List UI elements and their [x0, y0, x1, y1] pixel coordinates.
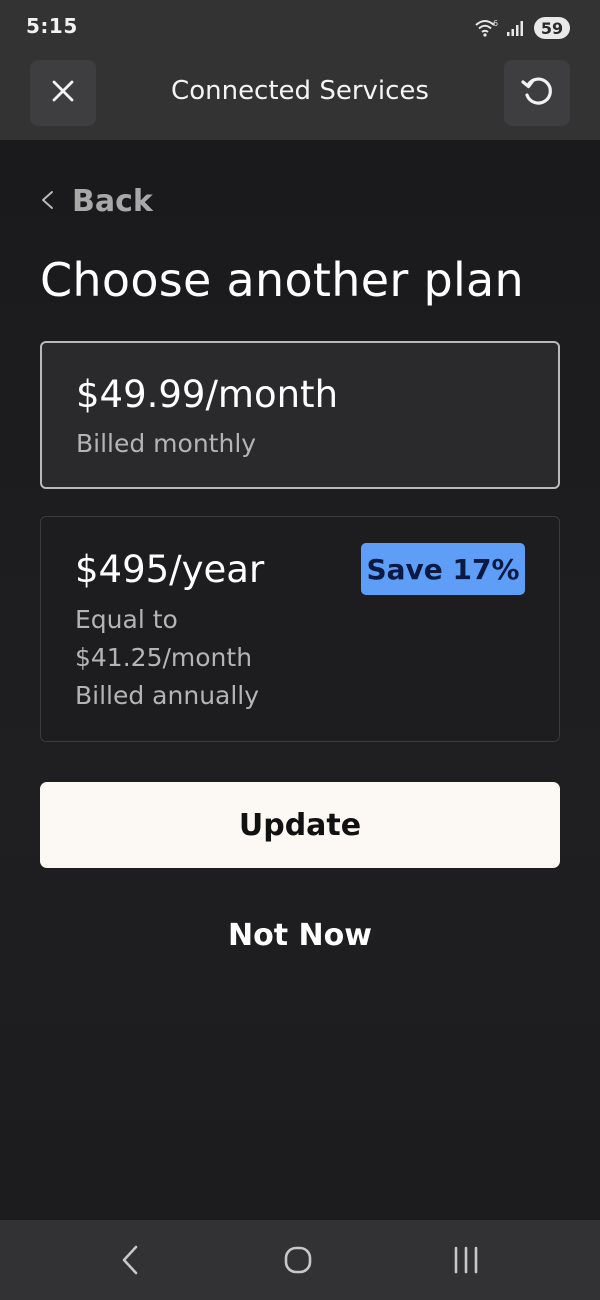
nav-recents-button[interactable]	[444, 1240, 488, 1284]
plan-detail: Billed monthly	[76, 425, 256, 463]
plan-detail-line: Billed monthly	[76, 429, 257, 458]
nav-recents-icon	[451, 1245, 481, 1279]
system-nav-bar	[0, 1220, 600, 1300]
back-link[interactable]: Back	[40, 184, 153, 219]
status-icons: 6 59	[474, 15, 570, 41]
nav-back-button[interactable]	[108, 1240, 152, 1284]
plan-detail-line: Billed annually	[75, 681, 260, 710]
update-button[interactable]: Update	[40, 782, 560, 868]
nav-home-icon	[282, 1244, 314, 1280]
wifi-icon: 6	[474, 18, 498, 38]
back-label: Back	[72, 184, 153, 219]
plan-price: $495/year	[75, 548, 265, 591]
signal-icon	[506, 18, 526, 38]
status-time: 5:15	[26, 14, 78, 38]
plan-option-monthly[interactable]: $49.99/month Billed monthly	[40, 341, 560, 489]
plan-price: $49.99/month	[76, 373, 339, 416]
screen: 5:15 6 59 Connected Services Back Choose…	[0, 0, 600, 1300]
not-now-button[interactable]: Not Now	[0, 918, 600, 953]
svg-text:6: 6	[493, 19, 498, 28]
plan-detail-line: $41.25/month	[75, 643, 253, 672]
plan-detail: Equal to $41.25/month Billed annually	[75, 601, 259, 715]
save-badge: Save 17%	[361, 543, 525, 595]
app-bar: Connected Services	[0, 56, 600, 140]
plan-option-yearly[interactable]: $495/year Save 17% Equal to $41.25/month…	[40, 516, 560, 742]
plan-detail-line: Equal to	[75, 605, 178, 634]
page-title: Choose another plan	[40, 253, 524, 307]
content: Back Choose another plan $49.99/month Bi…	[0, 140, 600, 1220]
status-bar: 5:15 6 59	[0, 0, 600, 56]
refresh-icon	[519, 73, 555, 113]
nav-back-icon	[119, 1244, 141, 1280]
battery-indicator: 59	[534, 17, 570, 39]
nav-home-button[interactable]	[276, 1240, 320, 1284]
refresh-button[interactable]	[504, 60, 570, 126]
chevron-left-icon	[40, 189, 54, 215]
